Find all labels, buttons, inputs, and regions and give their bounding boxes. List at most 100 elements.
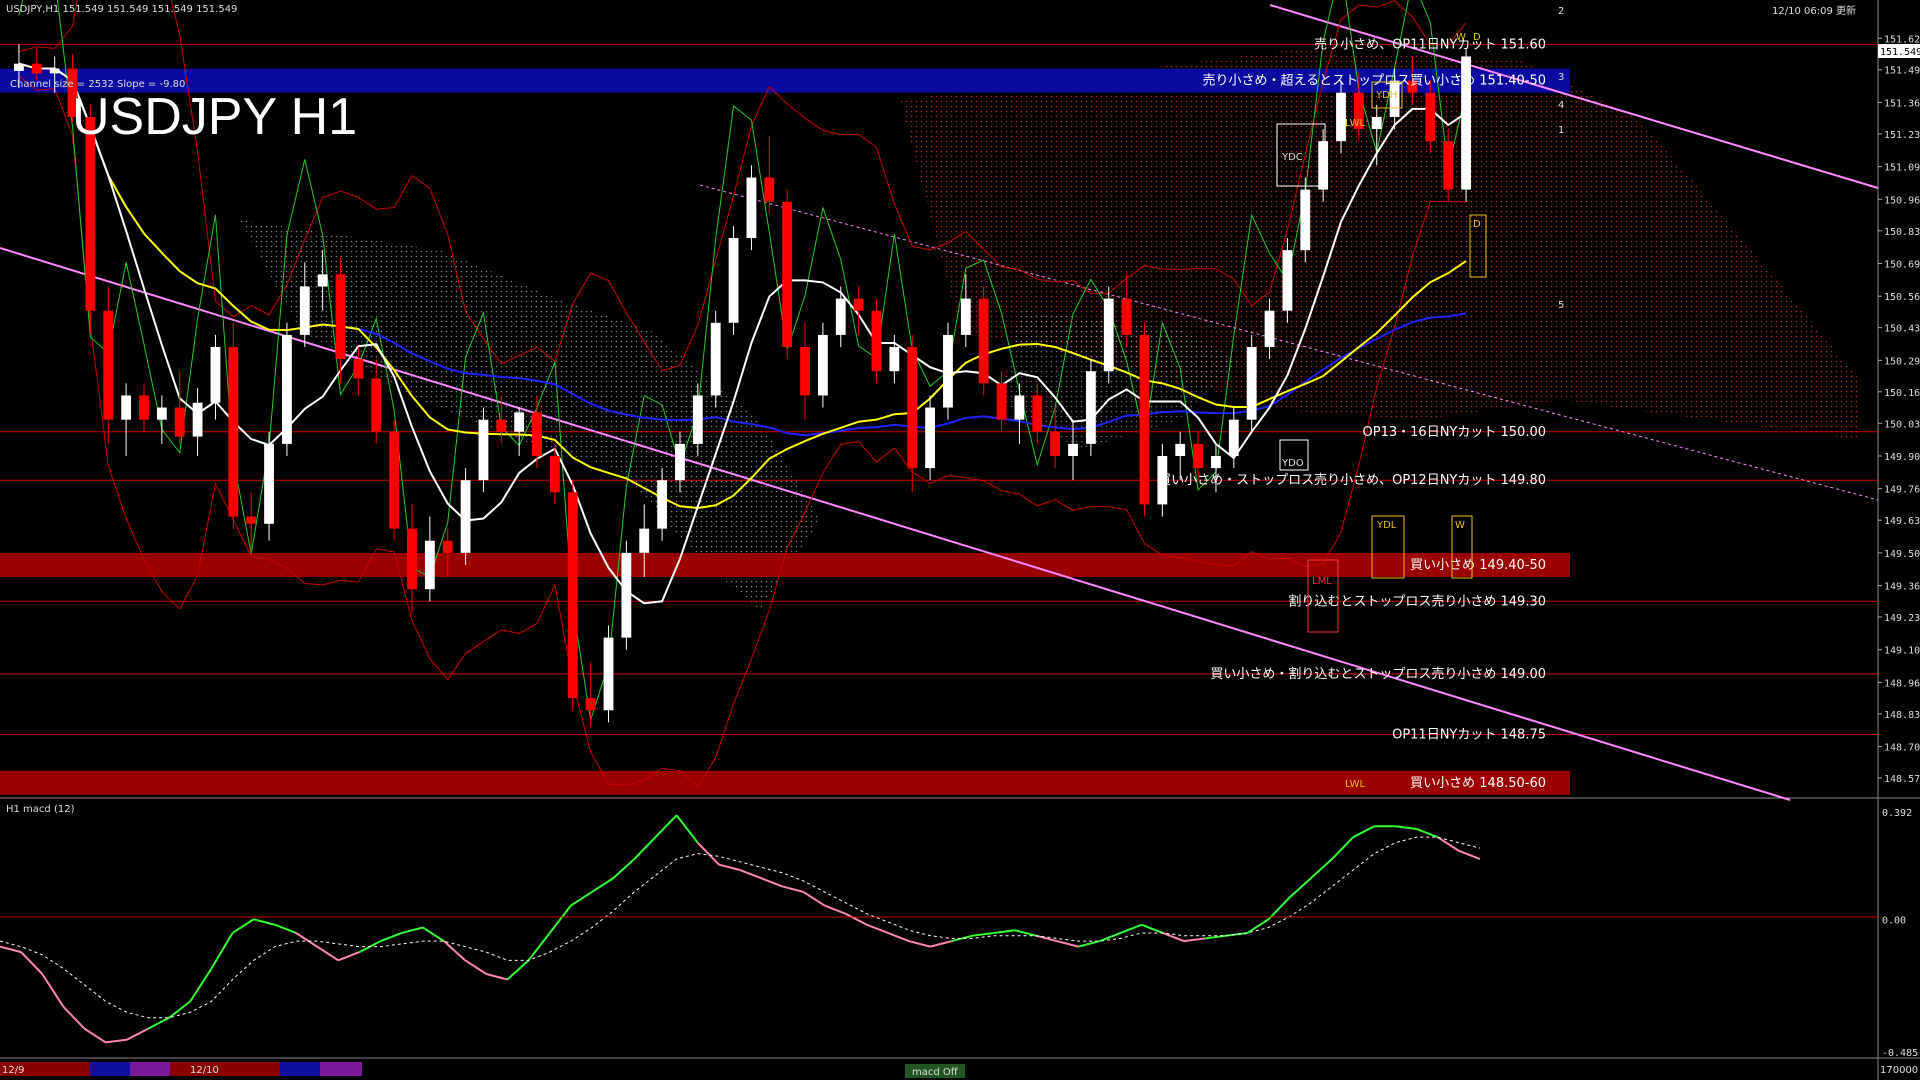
candle-body [317,274,328,287]
price-tick-label: 151.095 [1884,163,1920,174]
candle-body [657,480,668,529]
box-label: YDH [1375,90,1397,101]
timeline: 12/9 12/10 macd Off 170000 [0,1062,1918,1078]
projection-label: 3 [1558,72,1564,83]
candle-body [853,298,864,311]
candle-body [14,63,24,71]
candle-body [299,286,310,335]
candle-body [1336,92,1346,142]
candle-body [1175,443,1186,456]
candle-body [85,116,96,311]
level-label: 買い小さめ・割り込むとストップロス売り小さめ 149.00 [1210,666,1546,682]
price-tick-label: 150.035 [1884,419,1920,430]
candle-body [228,347,239,517]
candle-body [621,552,632,638]
timeline-seg [320,1062,362,1076]
price-tick-label: 150.695 [1884,259,1920,270]
candle-body [746,177,757,239]
price-tick-label: 149.500 [1884,549,1920,560]
projection-label: 2 [1558,6,1564,17]
candle-body [174,407,185,437]
timeline-label: 12/10 [190,1065,219,1076]
candle-body [371,378,382,432]
candle-body [407,528,417,590]
candle-body [1425,92,1436,142]
candle-body [282,334,292,444]
candle-body [996,383,1007,420]
candle-body [1318,141,1329,190]
candle-body [800,347,810,396]
candle-body [1032,395,1043,432]
candle-body [49,68,60,74]
candle-body [1282,250,1293,311]
candle-body [889,347,900,372]
candle-body [710,322,721,396]
price-tick-label: 151.360 [1884,98,1920,109]
macd-axis: 0.392 0.00 -0.485 [1882,808,1918,1059]
projection-label: 5 [1558,300,1564,311]
price-tick-label: 151.230 [1884,130,1920,141]
price-tick-label: 150.830 [1884,227,1920,238]
level-label: OP13・16日NYカット 150.00 [1363,425,1546,440]
candle-body [835,298,846,335]
candle-body [532,412,542,456]
level-label: 買い小さめ 149.40-50 [1410,558,1546,573]
candle-body [442,540,453,553]
level-label: 買い小さめ 148.50-60 [1410,776,1546,791]
candle-body [353,359,364,379]
candle-body [31,63,42,74]
candle-body [460,480,471,553]
price-tick-label: 148.570 [1884,774,1920,785]
candle-body [335,274,346,360]
candle-body [1300,189,1311,251]
price-tick-label: 149.365 [1884,582,1920,593]
candle-body [603,637,614,711]
candle-body [943,334,953,408]
price-tick-label: 151.495 [1884,66,1920,77]
timeline-seg [170,1062,280,1076]
level-label: OP11日NYカット 148.75 [1392,727,1546,742]
candle-body [246,516,257,524]
candle-body [210,347,221,403]
candle-body [1371,116,1382,130]
timeline-seg [90,1062,130,1076]
candle-body [264,443,274,524]
candle-body [1264,310,1275,348]
macd-tick-label: -0.485 [1882,1048,1918,1059]
candle-body [764,177,775,202]
price-tick-label: 150.295 [1884,356,1920,367]
price-tick-label: 150.960 [1884,195,1920,206]
candle-body [1443,141,1454,190]
box-label: YDC [1281,152,1303,163]
candle-body [424,540,435,590]
candle-body [782,201,793,348]
chart-canvas[interactable]: 売り小さめ、OP11日NYカット 151.60 売り小さめ・超えるとストップロス買… [0,0,1920,1080]
indicator-label: macd Off [912,1067,959,1078]
price-tick-label: 148.700 [1884,743,1920,754]
candle-body [1211,455,1221,469]
buy-zone [0,770,1570,795]
level-label: 買い小さめ・ストップロス売り小さめ、OP12日NYカット 149.80 [1158,472,1546,488]
candle-body [1193,443,1203,469]
price-axis: 151.625 151.495 151.360 151.230 151.095 150.9… [1878,34,1920,785]
macd-tick-label: 0.00 [1882,915,1906,926]
box-label: LWL [1345,779,1366,790]
box-label: W [1456,32,1466,43]
box-label: YDO [1281,458,1304,469]
level-label: 売り小さめ、OP11日NYカット 151.60 [1314,36,1546,52]
price-tick-label: 150.165 [1884,388,1920,399]
candle-body [1246,347,1257,420]
candle-body [871,310,882,372]
candle-body [639,528,650,553]
projection-label: 4 [1558,100,1564,111]
candle-body [1103,298,1114,372]
level-label: 割り込むとストップロス売り小さめ 149.30 [1288,593,1546,609]
timeline-seg [280,1062,320,1076]
price-badge: 151.549 [1880,47,1920,58]
candle-body [514,412,525,432]
candle-body [1085,371,1096,444]
price-tick-label: 148.835 [1884,710,1920,721]
timeline-label: 12/9 [2,1065,24,1076]
macd-title: H1 macd (12) [6,804,75,815]
candle-body [1050,431,1061,456]
